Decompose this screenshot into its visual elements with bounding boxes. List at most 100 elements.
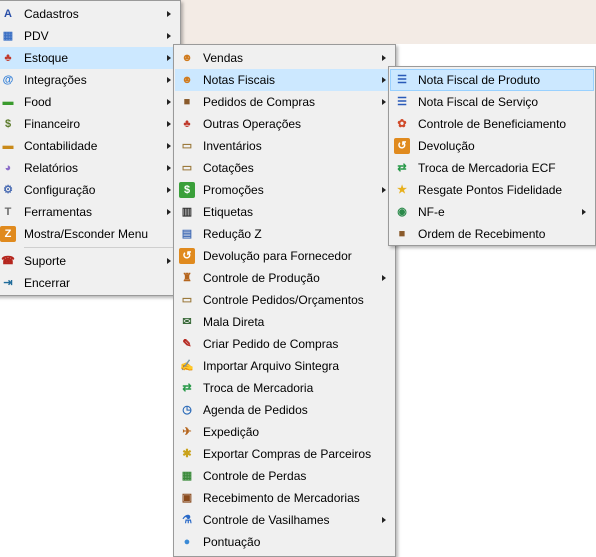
menu-item-label: Promoções [203,183,264,197]
menu-item-mala-direta[interactable]: ✉ Mala Direta [175,311,394,333]
dollar-icon: $ [179,182,195,198]
menu-item-label: Nota Fiscal de Serviço [418,95,539,109]
chart-icon: ◕ [4,161,12,174]
submenu-arrow-icon [167,143,171,149]
menu-item-criar-pedido-de-compras[interactable]: ✎ Criar Pedido de Compras [175,333,394,355]
menu-item-food[interactable]: ▬ Food [0,91,179,113]
menu-item-notas-fiscais[interactable]: ☻ Notas Fiscais [175,69,394,91]
background-strip [181,0,596,44]
menu-item-pontuacao[interactable]: ● Pontuação [175,531,394,553]
menu-item-ordem-de-recebimento[interactable]: ■ Ordem de Recebimento [390,223,594,245]
money-bag-icon: $ [4,117,12,130]
swap-icon: ⇄ [397,161,407,174]
submenu-arrow-icon [382,77,386,83]
menu-item-ferramentas[interactable]: T Ferramentas [0,201,179,223]
stock-icon: ♣ [4,51,12,64]
menu-item-mostra-esconder-menu[interactable]: Z Mostra/Esconder Menu [0,223,179,245]
menu-item-pdv[interactable]: ▦ PDV [0,25,179,47]
notas-fiscais-submenu: ☰ Nota Fiscal de Produto ☰ Nota Fiscal de S… [388,66,596,246]
menu-item-label: Configuração [24,183,96,197]
boxes-icon: ▣ [181,491,193,504]
printer-icon: ▤ [181,227,193,240]
menu-item-promocoes[interactable]: $ Promoções [175,179,394,201]
import-icon: ✍ [180,359,194,372]
menu-item-agenda-de-pedidos[interactable]: ◷ Agenda de Pedidos [175,399,394,421]
menu-item-troca-de-mercadoria-ecf[interactable]: ⇄ Troca de Mercadoria ECF [390,157,594,179]
submenu-arrow-icon [167,209,171,215]
menu-item-cotacoes[interactable]: ▭ Cotações [175,157,394,179]
menu-item-devolucao[interactable]: ↺ Devolução [390,135,594,157]
menu-item-financeiro[interactable]: $ Financeiro [0,113,179,135]
menu-item-controle-de-perdas[interactable]: ▦ Controle de Perdas [175,465,394,487]
estoque-submenu: ☻ Vendas ☻ Notas Fiscais ■ Pedidos de Compras… [173,44,396,557]
invoice-icon: ☰ [397,73,407,86]
submenu-arrow-icon [167,99,171,105]
toggle-icon: Z [0,226,16,242]
menu-item-nota-fiscal-de-produto[interactable]: ☰ Nota Fiscal de Produto [390,69,594,91]
menu-item-label: Food [24,95,52,109]
menu-item-label: Controle de Perdas [203,469,307,483]
menu-item-configuracao[interactable]: ⚙ Configuração [0,179,179,201]
folder-icon: ▬ [2,139,14,152]
menu-item-contabilidade[interactable]: ▬ Contabilidade [0,135,179,157]
menu-item-importar-arquivo-sintegra[interactable]: ✍ Importar Arquivo Sintegra [175,355,394,377]
submenu-arrow-icon [167,121,171,127]
menu-item-devolucao-para-fornecedor[interactable]: ↺ Devolução para Fornecedor [175,245,394,267]
menu-item-troca-de-mercadoria[interactable]: ⇄ Troca de Mercadoria [175,377,394,399]
submenu-arrow-icon [167,11,171,17]
menu-item-label: Controle de Beneficiamento [418,117,567,131]
menu-item-label: Redução Z [203,227,262,241]
clipboard-icon: ▭ [181,293,193,306]
menu-item-estoque[interactable]: ♣ Estoque [0,47,179,69]
menu-item-label: Pontuação [203,535,261,549]
menu-item-nf-e[interactable]: ◉ NF-e [390,201,594,223]
menu-item-label: Controle Pedidos/Orçamentos [203,293,364,307]
globe-icon: ◉ [397,205,407,218]
barcode-icon: ▥ [181,205,193,218]
return-icon: ↺ [179,248,195,264]
box-icon: ■ [398,227,406,240]
menu-item-etiquetas[interactable]: ▥ Etiquetas [175,201,394,223]
menu-item-controle-pedidos-orcamentos[interactable]: ▭ Controle Pedidos/Orçamentos [175,289,394,311]
menu-item-integracoes[interactable]: @ Integrações [0,69,179,91]
menu-item-expedicao[interactable]: ✈ Expedição [175,421,394,443]
menu-item-inventarios[interactable]: ▭ Inventários [175,135,394,157]
menu-item-label: Expedição [203,425,260,439]
menu-item-pedidos-de-compras[interactable]: ■ Pedidos de Compras [175,91,394,113]
truck-icon: ✈ [182,425,192,438]
menu-item-recebimento-de-mercadorias[interactable]: ▣ Recebimento de Mercadorias [175,487,394,509]
production-icon: ♜ [182,271,192,284]
menu-item-label: Encerrar [24,276,71,290]
menu-item-label: Controle de Vasilhames [203,513,330,527]
menu-item-controle-de-vasilhames[interactable]: ⚗ Controle de Vasilhames [175,509,394,531]
menu-item-nota-fiscal-de-servico[interactable]: ☰ Nota Fiscal de Serviço [390,91,594,113]
menu-item-encerrar[interactable]: ⇥ Encerrar [0,272,179,294]
menu-item-label: Controle de Produção [203,271,320,285]
menu-item-vendas[interactable]: ☻ Vendas [175,47,394,69]
menu-item-label: Contabilidade [24,139,98,153]
menu-item-label: Notas Fiscais [203,73,276,87]
menu-item-suporte[interactable]: ☎ Suporte [0,250,179,272]
menu-item-exportar-compras-de-parceiros[interactable]: ✱ Exportar Compras de Parceiros [175,443,394,465]
menu-item-cadastros[interactable]: A Cadastros [0,3,179,25]
menu-item-controle-de-producao[interactable]: ♜ Controle de Produção [175,267,394,289]
swap-icon: ⇄ [182,381,192,394]
menu-item-label: Exportar Compras de Parceiros [203,447,372,461]
menu-item-relatorios[interactable]: ◕ Relatórios [0,157,179,179]
menu-item-label: Estoque [24,51,69,65]
menu-item-controle-de-beneficiamento[interactable]: ✿ Controle de Beneficiamento [390,113,594,135]
menu-item-resgate-pontos-fidelidade[interactable]: ★ Resgate Pontos Fidelidade [390,179,594,201]
menu-item-label: Inventários [203,139,262,153]
sheet-icon: ▦ [181,469,193,482]
menu-item-label: Ordem de Recebimento [418,227,546,241]
exit-icon: ⇥ [3,276,13,289]
menu-item-label: Integrações [24,73,87,87]
menu-item-outras-operacoes[interactable]: ♣ Outras Operações [175,113,394,135]
submenu-arrow-icon [382,517,386,523]
menu-item-label: Troca de Mercadoria [203,381,314,395]
person-icon: ● [183,535,191,548]
basket-icon: ▬ [2,95,14,108]
menu-item-label: Pedidos de Compras [203,95,316,109]
cycle-icon: ✿ [397,117,407,130]
menu-item-reducao-z[interactable]: ▤ Redução Z [175,223,394,245]
